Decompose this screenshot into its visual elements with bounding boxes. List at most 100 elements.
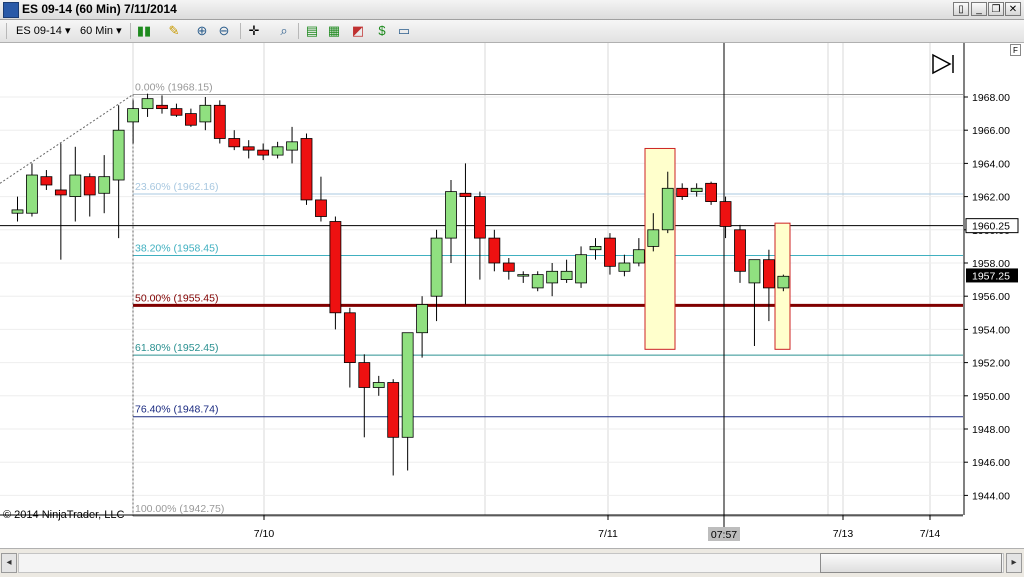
candle-body: [11, 209, 24, 214]
price-tick-label: 1966.00: [972, 125, 1010, 137]
toolbar-grip: [6, 23, 7, 39]
data-series-icon[interactable]: ▤: [304, 23, 320, 39]
candle-body: [54, 189, 67, 196]
candle-body: [213, 104, 226, 139]
time-tick-label: 7/13: [833, 528, 854, 540]
candle-body: [416, 304, 429, 334]
price-tick-label: 1946.00: [972, 457, 1010, 469]
candle-body: [575, 254, 587, 284]
candle-body: [83, 176, 96, 196]
interval-selector[interactable]: 60 Min ▾: [80, 24, 122, 37]
candle-body: [589, 245, 602, 251]
properties-icon[interactable]: ▭: [396, 23, 412, 39]
chart-toolbar: ES 09-14 ▾ 60 Min ▾ ▮▮ ✎ ⊕ ⊖ ✛ ⌕ ▤ ▦ ◩ $…: [0, 20, 1024, 43]
extra-window-button[interactable]: ▯: [953, 2, 969, 16]
toolbar-separator: [298, 23, 299, 39]
minimize-button[interactable]: _: [971, 2, 987, 16]
fib-level-label: 50.00% (1955.45): [135, 292, 218, 304]
zoom-out-icon[interactable]: ⊖: [216, 23, 232, 39]
fib-toggle-button[interactable]: F: [1010, 44, 1021, 56]
candle-body: [734, 229, 746, 272]
fib-level-label: 76.40% (1948.74): [135, 404, 218, 416]
candle-body: [26, 174, 38, 214]
play-to-end-icon: [932, 53, 954, 75]
candle-body: [763, 259, 775, 289]
fib-level-label: 0.00% (1968.15): [135, 82, 213, 94]
dollar-icon[interactable]: $: [374, 23, 390, 39]
horizontal-scrollbar[interactable]: ◂ ▸: [0, 548, 1024, 577]
chart-panel[interactable]: 0.00% (1968.15) 23.60% (1962.16) 38.20% (1…: [0, 43, 1024, 548]
chevron-down-icon: ▾: [116, 25, 122, 37]
candle-body: [358, 362, 371, 388]
instrument-selector[interactable]: ES 09-14 ▾: [16, 24, 70, 37]
instrument-label: ES 09-14: [16, 25, 62, 37]
time-tick-label: 7/10: [254, 528, 275, 540]
scroll-right-button[interactable]: ▸: [1006, 553, 1022, 573]
price-tick-label: 1950.00: [972, 391, 1010, 403]
price-tick-label: 1952.00: [972, 358, 1010, 370]
price-tick-label: 1958.00: [972, 258, 1010, 270]
candle-body: [387, 382, 400, 438]
candle-body: [271, 146, 284, 156]
chart-style-icon[interactable]: ▮▮: [136, 23, 152, 39]
price-tick-label: 1956.00: [972, 291, 1010, 303]
fib-level-label: 100.00% (1942.75): [135, 503, 224, 515]
window-title: ES 09-14 (60 Min) 7/11/2014: [22, 2, 177, 16]
candle-body: [315, 199, 327, 217]
candle-body: [242, 146, 255, 151]
candle-body: [228, 138, 241, 148]
candle-body: [560, 270, 573, 281]
app-icon: [3, 2, 19, 18]
title-bar: ES 09-14 (60 Min) 7/11/2014 ▯ _ ❐ ✕: [0, 0, 1024, 20]
candle-body: [127, 108, 139, 123]
last-price-label: 1957.25: [972, 270, 1010, 282]
price-tick-label: 1964.00: [972, 158, 1010, 170]
candle-body: [517, 274, 530, 277]
strategy-icon[interactable]: ◩: [350, 23, 366, 39]
crosshair-time-label: 07:57: [711, 529, 737, 541]
fib-level-label: 61.80% (1952.45): [135, 342, 218, 354]
candle-body: [690, 187, 703, 193]
candle-body: [170, 108, 183, 116]
indicators-icon[interactable]: ▦: [326, 23, 342, 39]
candle-body: [372, 382, 385, 388]
candle-body: [647, 229, 660, 247]
candle-body: [40, 176, 53, 186]
fib-level-label: 23.60% (1962.16): [135, 181, 218, 193]
candle-body: [661, 187, 674, 231]
candle-body: [445, 191, 457, 239]
price-chart[interactable]: 0.00% (1968.15) 23.60% (1962.16) 38.20% (1…: [0, 43, 1024, 548]
candle-body: [632, 249, 645, 264]
play-triangle: [932, 53, 952, 75]
candle-body: [199, 104, 212, 123]
crosshair-price-label: 1960.25: [972, 221, 1010, 233]
restore-button[interactable]: ❐: [988, 2, 1004, 16]
candle-body: [329, 221, 342, 314]
zoom-in-icon[interactable]: ⊕: [194, 23, 210, 39]
close-button[interactable]: ✕: [1005, 2, 1021, 16]
magnifier-icon[interactable]: ⌕: [276, 23, 292, 39]
price-tick-label: 1944.00: [972, 490, 1010, 502]
highlight-boxes: [644, 147, 791, 350]
scroll-left-button[interactable]: ◂: [1, 553, 17, 573]
candle-body: [705, 182, 717, 202]
highlight-box: [644, 147, 676, 350]
time-tick-label: 7/14: [920, 528, 941, 540]
price-tick-label: 1948.00: [972, 424, 1010, 436]
candle-body: [473, 196, 486, 239]
candle-body: [676, 187, 689, 198]
grid-layer: [0, 43, 963, 515]
candle-body: [430, 237, 443, 297]
candle-body: [156, 104, 168, 110]
crosshair-icon[interactable]: ✛: [246, 23, 262, 39]
candle-body: [98, 176, 111, 194]
candle-body: [257, 149, 270, 156]
price-tick-label: 1968.00: [972, 92, 1010, 104]
candle-body: [777, 275, 790, 289]
candle-body: [748, 259, 761, 284]
candle-body: [502, 262, 515, 272]
fibonacci-retracement: 0.00% (1968.15) 23.60% (1962.16) 38.20% (1…: [0, 43, 963, 538]
pencil-icon[interactable]: ✎: [166, 23, 182, 39]
scroll-thumb[interactable]: [820, 553, 1002, 573]
time-tick-label: 7/11: [598, 528, 618, 540]
